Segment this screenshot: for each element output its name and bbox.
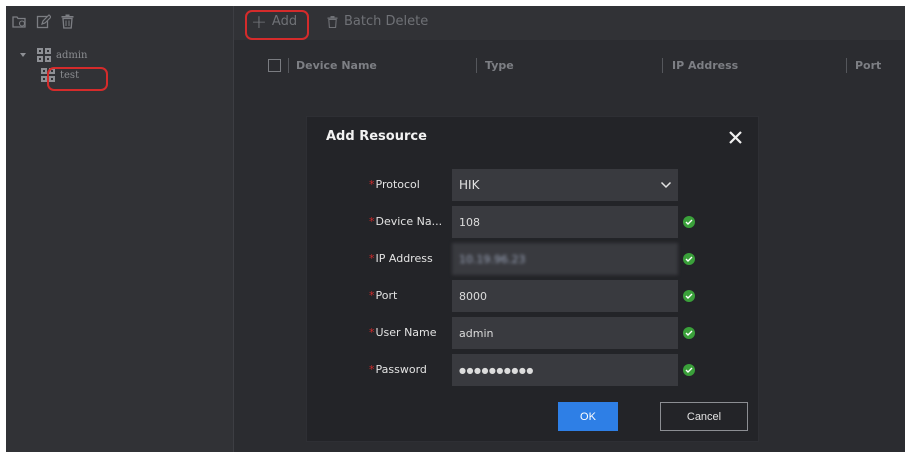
- column-header-device-name[interactable]: Device Name: [296, 59, 377, 72]
- cancel-button[interactable]: Cancel: [660, 402, 748, 431]
- organization-icon: [37, 48, 51, 62]
- column-separator: [846, 58, 847, 73]
- batch-delete-label: Batch Delete: [344, 14, 429, 29]
- user-name-input[interactable]: [452, 317, 678, 349]
- dialog-title: Add Resource: [326, 129, 427, 144]
- tree-node-label: test: [60, 69, 80, 81]
- protocol-value: HIK: [459, 178, 480, 192]
- device-name-label-text: Device Na...: [375, 215, 443, 228]
- password-input[interactable]: [452, 354, 678, 386]
- port-input[interactable]: [452, 280, 678, 312]
- protocol-row: *Protocol HIK: [307, 169, 758, 201]
- edit-icon[interactable]: [36, 14, 51, 29]
- add-folder-icon[interactable]: [12, 14, 27, 29]
- required-mark: *: [369, 215, 375, 228]
- close-icon[interactable]: [728, 130, 743, 145]
- ip-address-label-text: IP Address: [375, 252, 433, 265]
- add-button-label: Add: [271, 14, 298, 29]
- password-row: *Password: [307, 354, 758, 386]
- required-mark: *: [369, 289, 375, 302]
- port-row: *Port: [307, 280, 758, 312]
- device-name-label: *Device Na...: [369, 215, 442, 228]
- column-separator: [662, 58, 663, 73]
- ip-address-label: *IP Address: [369, 252, 433, 265]
- user-name-row: *User Name: [307, 317, 758, 349]
- tree-node-test[interactable]: test: [40, 65, 87, 85]
- tree-node-admin[interactable]: admin: [20, 45, 87, 65]
- protocol-select[interactable]: HIK: [452, 169, 678, 201]
- add-button[interactable]: + Add: [251, 10, 298, 33]
- protocol-label-text: Protocol: [375, 178, 420, 191]
- app-window: admin test + Add Batch Delete Device Nam…: [6, 6, 905, 452]
- column-separator: [288, 58, 289, 73]
- required-mark: *: [369, 363, 375, 376]
- device-name-row: *Device Na...: [307, 206, 758, 238]
- organization-icon: [41, 68, 55, 82]
- chevron-down-icon: [660, 181, 672, 189]
- port-label: *Port: [369, 289, 397, 302]
- required-mark: *: [369, 252, 375, 265]
- port-label-text: Port: [375, 289, 398, 302]
- expand-caret-icon[interactable]: [20, 53, 26, 57]
- add-resource-dialog: Add Resource *Protocol HIK *Device Na...…: [306, 116, 759, 442]
- ok-button[interactable]: OK: [558, 402, 618, 431]
- column-header-ip-address[interactable]: IP Address: [672, 59, 738, 72]
- device-toolbar: + Add Batch Delete: [234, 6, 905, 40]
- tree-toolbar: [12, 14, 75, 29]
- batch-delete-button[interactable]: Batch Delete: [327, 14, 428, 29]
- ip-address-input[interactable]: [452, 243, 678, 275]
- password-label: *Password: [369, 363, 427, 376]
- valid-check-icon: [683, 327, 695, 339]
- column-header-port[interactable]: Port: [855, 59, 881, 72]
- valid-check-icon: [683, 290, 695, 302]
- required-mark: *: [369, 178, 375, 191]
- valid-check-icon: [683, 216, 695, 228]
- device-table-header: Device Name Type IP Address Port: [234, 56, 905, 76]
- resource-tree: admin test: [20, 45, 87, 85]
- ip-address-row: *IP Address: [307, 243, 758, 275]
- plus-icon: +: [251, 10, 267, 33]
- column-header-type[interactable]: Type: [485, 59, 514, 72]
- user-name-label-text: User Name: [375, 326, 437, 339]
- protocol-label: *Protocol: [369, 178, 420, 191]
- tree-node-label: admin: [56, 49, 88, 61]
- column-separator: [476, 58, 477, 73]
- delete-icon: [327, 15, 338, 28]
- user-name-label: *User Name: [369, 326, 437, 339]
- valid-check-icon: [683, 253, 695, 265]
- delete-icon[interactable]: [60, 14, 75, 29]
- required-mark: *: [369, 326, 375, 339]
- select-all-checkbox[interactable]: [268, 59, 281, 72]
- valid-check-icon: [683, 364, 695, 376]
- resource-tree-panel: admin test: [6, 6, 233, 452]
- password-label-text: Password: [375, 363, 427, 376]
- device-name-input[interactable]: [452, 206, 678, 238]
